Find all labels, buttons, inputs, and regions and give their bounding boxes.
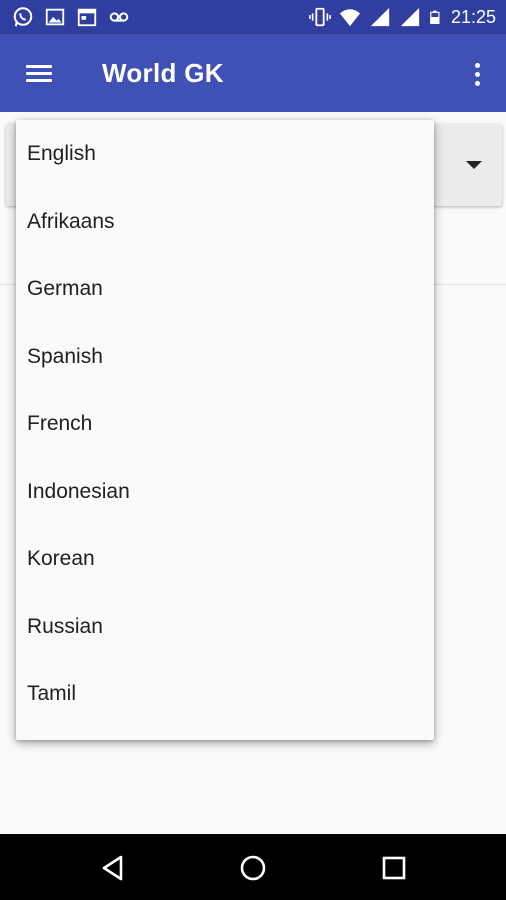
dropdown-item-tamil[interactable]: Tamil [16, 660, 434, 728]
signal-icon [400, 7, 420, 27]
language-dropdown-list: English Afrikaans German Spanish French … [16, 120, 434, 740]
whatsapp-icon [13, 7, 33, 27]
page-title: World GK [102, 58, 224, 88]
voicemail-icon [109, 12, 129, 22]
hamburger-menu-icon[interactable] [18, 58, 58, 90]
dropdown-item-afrikaans[interactable]: Afrikaans [16, 188, 434, 256]
clock: 21:25 [450, 6, 496, 27]
dropdown-item-french[interactable]: French [16, 390, 434, 458]
app-bar: World GK [0, 34, 506, 112]
dropdown-item-korean[interactable]: Korean [16, 525, 434, 593]
status-bar: 21:25 [0, 0, 506, 34]
calendar-icon [77, 8, 97, 27]
vibrate-icon [309, 7, 331, 27]
dropdown-item-russian[interactable]: Russian [16, 593, 434, 661]
dropdown-arrow-icon[interactable] [466, 161, 482, 169]
dropdown-item-english[interactable]: English [16, 120, 434, 188]
home-icon[interactable] [239, 854, 267, 882]
system-nav-bar [0, 834, 506, 900]
wifi-icon [339, 9, 361, 27]
battery-icon [430, 10, 440, 24]
dropdown-item-german[interactable]: German [16, 255, 434, 323]
dropdown-item-indonesian[interactable]: Indonesian [16, 458, 434, 526]
recents-icon[interactable] [380, 854, 408, 882]
system-icons: 21:25 [309, 6, 496, 28]
signal-icon [370, 7, 390, 27]
dropdown-item-spanish[interactable]: Spanish [16, 323, 434, 391]
gallery-icon [45, 8, 65, 26]
notification-icons [12, 6, 130, 28]
back-icon[interactable] [99, 854, 127, 882]
overflow-menu-icon[interactable] [468, 60, 486, 90]
